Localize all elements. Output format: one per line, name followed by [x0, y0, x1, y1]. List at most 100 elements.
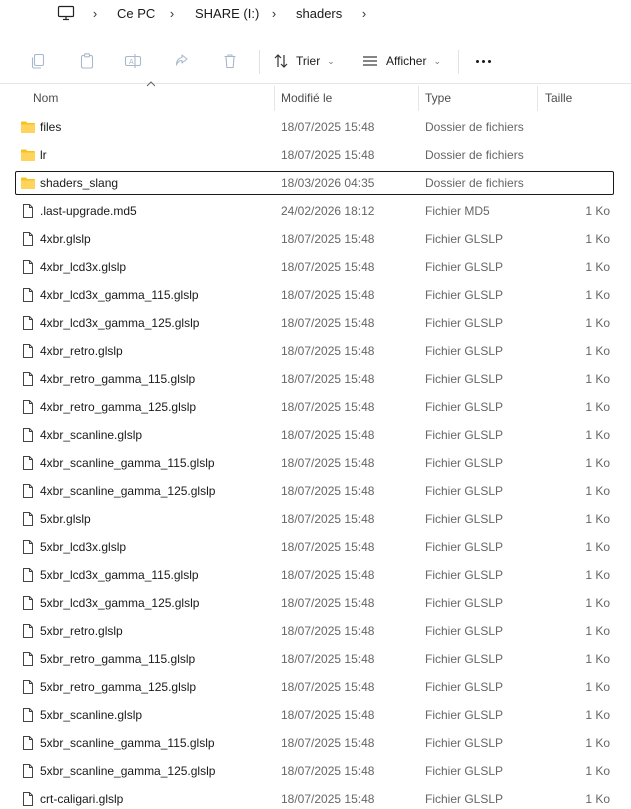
file-modified-date: 18/07/2025 15:48 [281, 316, 375, 330]
file-icon [20, 595, 36, 611]
file-size: 1 Ko [585, 232, 610, 246]
sort-icon [273, 53, 289, 69]
file-list: files 18/07/2025 15:48 Dossier de fichiers… [0, 114, 631, 809]
file-row[interactable]: 4xbr_lcd3x.glslp 18/07/2025 15:48 Fichier … [0, 254, 631, 282]
file-size: 1 Ko [585, 484, 610, 498]
breadcrumb-item-share[interactable]: SHARE (I:) [195, 0, 259, 26]
file-name: 5xbr_retro.glslp [40, 624, 123, 638]
file-row[interactable]: 4xbr.glslp 18/07/2025 15:48 Fichier GLSLP 1… [0, 226, 631, 254]
file-name: 5xbr_scanline_gamma_125.glslp [40, 764, 216, 778]
folder-row[interactable]: lr 18/07/2025 15:48 Dossier de fichiers [0, 142, 631, 170]
file-row[interactable]: 5xbr_lcd3x.glslp 18/07/2025 15:48 Fichier … [0, 534, 631, 562]
file-row[interactable]: 5xbr_lcd3x_gamma_115.glslp 18/07/2025 15:… [0, 562, 631, 590]
breadcrumb-chevron-icon[interactable]: › [359, 0, 369, 26]
file-modified-date: 18/07/2025 15:48 [281, 792, 375, 806]
view-button[interactable]: Afficher ⌄ [362, 49, 441, 73]
file-row[interactable]: 4xbr_retro_gamma_115.glslp 18/07/2025 15:… [0, 366, 631, 394]
file-row[interactable]: 5xbr_lcd3x_gamma_125.glslp 18/07/2025 15:… [0, 590, 631, 618]
file-row[interactable]: 4xbr_lcd3x_gamma_115.glslp 18/07/2025 15:… [0, 282, 631, 310]
paste-icon[interactable] [78, 52, 96, 70]
file-type: Fichier GLSLP [425, 596, 504, 610]
file-row[interactable]: 5xbr_scanline_gamma_115.glslp 18/07/2025 … [0, 730, 631, 758]
file-name: 5xbr.glslp [40, 512, 91, 526]
file-size: 1 Ko [585, 652, 610, 666]
copy-icon[interactable] [29, 52, 47, 70]
file-modified-date: 18/07/2025 15:48 [281, 260, 375, 274]
file-icon [20, 483, 36, 499]
file-row[interactable]: 5xbr_scanline.glslp 18/07/2025 15:48 Fichi… [0, 702, 631, 730]
file-modified-date: 18/07/2025 15:48 [281, 540, 375, 554]
file-row[interactable]: 4xbr_retro_gamma_125.glslp 18/07/2025 15:… [0, 394, 631, 422]
file-row[interactable]: 4xbr_scanline_gamma_115.glslp 18/07/2025 … [0, 450, 631, 478]
file-row[interactable]: 4xbr_retro.glslp 18/07/2025 15:48 Fichier … [0, 338, 631, 366]
sort-button[interactable]: Trier ⌄ [273, 49, 335, 73]
file-row[interactable]: 5xbr_retro_gamma_125.glslp 18/07/2025 15:… [0, 674, 631, 702]
column-divider[interactable] [537, 86, 538, 111]
file-row[interactable]: 5xbr_retro_gamma_115.glslp 18/07/2025 15:… [0, 646, 631, 674]
file-row[interactable]: 4xbr_lcd3x_gamma_125.glslp 18/07/2025 15:… [0, 310, 631, 338]
file-type: Dossier de fichiers [425, 120, 524, 134]
column-divider[interactable] [418, 86, 419, 111]
file-icon [20, 735, 36, 751]
file-size: 1 Ko [585, 624, 610, 638]
file-row[interactable]: 4xbr_scanline_gamma_125.glslp 18/07/2025 … [0, 478, 631, 506]
column-header-modified[interactable]: Modifié le [281, 84, 332, 111]
folder-row[interactable]: files 18/07/2025 15:48 Dossier de fichiers [0, 114, 631, 142]
file-modified-date: 18/07/2025 15:48 [281, 680, 375, 694]
column-header-size[interactable]: Taille [545, 84, 572, 111]
file-type: Fichier GLSLP [425, 540, 504, 554]
file-size: 1 Ko [585, 260, 610, 274]
file-icon [20, 315, 36, 331]
file-icon [20, 203, 36, 219]
computer-icon[interactable] [57, 0, 75, 26]
share-icon[interactable] [173, 52, 191, 70]
file-size: 1 Ko [585, 568, 610, 582]
breadcrumb-item-shaders[interactable]: shaders [296, 0, 342, 26]
file-modified-date: 18/07/2025 15:48 [281, 736, 375, 750]
svg-text:A: A [129, 59, 134, 66]
file-icon [20, 259, 36, 275]
delete-icon[interactable] [221, 52, 239, 70]
file-name: 4xbr_retro_gamma_125.glslp [40, 400, 197, 414]
file-type: Fichier GLSLP [425, 680, 504, 694]
breadcrumb-chevron-icon[interactable]: › [90, 0, 100, 26]
file-type: Fichier MD5 [425, 204, 490, 218]
file-row[interactable]: 5xbr_retro.glslp 18/07/2025 15:48 Fichier … [0, 618, 631, 646]
breadcrumb-chevron-icon[interactable]: › [167, 0, 177, 26]
command-bar: A Trier ⌄ Afficher ⌄ [0, 38, 631, 84]
file-name: lr [40, 148, 47, 162]
file-row[interactable]: crt-caligari.glslp 18/07/2025 15:48 Fichie… [0, 786, 631, 809]
column-header-type[interactable]: Type [425, 84, 451, 111]
column-header-row: Nom Modifié le Type Taille [0, 84, 631, 111]
file-icon [20, 679, 36, 695]
file-icon [20, 707, 36, 723]
file-row[interactable]: 5xbr.glslp 18/07/2025 15:48 Fichier GLSLP 1… [0, 506, 631, 534]
chevron-down-icon: ⌄ [327, 55, 335, 66]
file-type: Fichier GLSLP [425, 764, 504, 778]
column-header-name[interactable]: Nom [33, 84, 58, 111]
file-size: 1 Ko [585, 400, 610, 414]
column-divider[interactable] [274, 86, 275, 111]
file-modified-date: 18/07/2025 15:48 [281, 708, 375, 722]
file-type: Fichier GLSLP [425, 344, 504, 358]
file-name: 5xbr_scanline.glslp [40, 708, 143, 722]
file-name: 4xbr_lcd3x_gamma_125.glslp [40, 316, 200, 330]
file-row[interactable]: 4xbr_scanline.glslp 18/07/2025 15:48 Fichi… [0, 422, 631, 450]
file-name: 4xbr_scanline_gamma_125.glslp [40, 484, 216, 498]
file-icon [20, 791, 36, 807]
file-size: 1 Ko [585, 540, 610, 554]
address-bar[interactable]: › Ce PC › SHARE (I:) › shaders › [0, 0, 631, 26]
file-type: Fichier GLSLP [425, 260, 504, 274]
folder-row[interactable]: shaders_slang 18/03/2026 04:35 Dossier de … [0, 170, 631, 198]
file-size: 1 Ko [585, 512, 610, 526]
rename-icon[interactable]: A [124, 52, 142, 70]
file-name: files [40, 120, 62, 134]
sort-label: Trier [296, 54, 321, 68]
more-options-icon[interactable] [471, 49, 495, 73]
file-row[interactable]: .last-upgrade.md5 24/02/2026 18:12 Fichier… [0, 198, 631, 226]
file-row[interactable]: 5xbr_scanline_gamma_125.glslp 18/07/2025 … [0, 758, 631, 786]
file-modified-date: 18/07/2025 15:48 [281, 456, 375, 470]
breadcrumb-chevron-icon[interactable]: › [269, 0, 279, 26]
breadcrumb-item-ce-pc[interactable]: Ce PC [117, 0, 155, 26]
file-name: shaders_slang [40, 176, 119, 190]
